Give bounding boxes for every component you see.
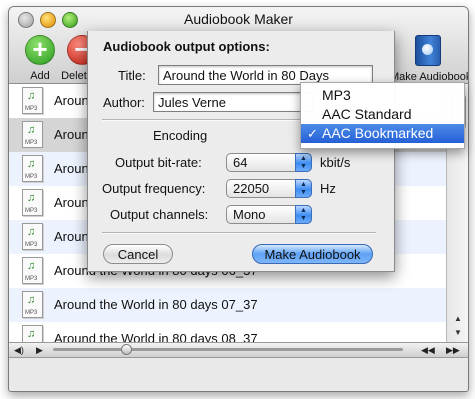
output-options-sheet: Audiobook output options: Title: Around … (87, 31, 395, 272)
list-item[interactable]: ♫ MP3 Around the World in 80 days 07_37 (9, 288, 446, 322)
bitrate-popup[interactable]: 64 ▲ ▼ (226, 153, 312, 172)
mp3-file-icon: ♫MP3 (22, 257, 43, 284)
track-name: Around the World in 80 days 08_37 (54, 331, 258, 342)
encoding-dropdown-menu[interactable]: MP3 AAC Standard ✓ AAC Bookmarked (300, 82, 465, 149)
next-track-icon[interactable]: ▶▶ (446, 343, 460, 357)
mp3-file-icon: ♫MP3 (22, 291, 43, 318)
author-label: Author: (103, 95, 145, 110)
popup-arrows-icon: ▲ ▼ (295, 205, 312, 224)
mp3-file-icon: ♫MP3 (22, 189, 43, 216)
bitrate-unit: kbit/s (320, 155, 351, 170)
menu-item-aac-standard[interactable]: AAC Standard (301, 105, 464, 124)
playback-slider-track[interactable] (53, 344, 403, 355)
menu-item-mp3[interactable]: MP3 (301, 86, 464, 105)
make-audiobook-button[interactable]: Make Audiobook (252, 244, 373, 264)
list-item[interactable]: ♫MP3 Around the World in 80 days 08_37 (9, 322, 446, 342)
encoding-label: Encoding (153, 128, 208, 143)
audiobook-icon (415, 35, 441, 66)
frequency-popup[interactable]: 22050 ▲ ▼ (226, 179, 312, 198)
sheet-title: Audiobook output options: (103, 39, 270, 54)
window-title: Audiobook Maker (184, 11, 293, 27)
make-audiobook-toolbar-button[interactable]: Make Audiobook (390, 35, 468, 83)
play-icon[interactable]: ▶ (36, 343, 43, 357)
player-bar: ◀) ▶ ◀◀ ▶▶ (9, 342, 468, 358)
title-label: Title: (118, 68, 146, 83)
author-field[interactable]: Jules Verne (153, 92, 313, 112)
mp3-file-icon: ♫MP3 (22, 87, 43, 114)
previous-track-icon[interactable]: ◀◀ (421, 343, 435, 357)
menu-item-aac-bookmarked[interactable]: ✓ AAC Bookmarked (301, 124, 464, 143)
volume-icon[interactable]: ◀) (14, 343, 24, 357)
frequency-label: Output frequency: (102, 181, 206, 196)
mp3-file-icon: ♫MP3 (22, 155, 43, 182)
mp3-file-icon: ♫MP3 (22, 121, 43, 148)
track-name: Around the World in 80 days 07_37 (54, 297, 258, 312)
mp3-file-icon: ♫MP3 (22, 325, 43, 342)
divider (102, 232, 376, 234)
playback-slider-knob[interactable] (121, 344, 132, 355)
channels-popup[interactable]: Mono ▲ ▼ (226, 205, 312, 224)
bitrate-label: Output bit-rate: (115, 155, 202, 170)
popup-arrows-icon: ▲ ▼ (295, 179, 312, 198)
scroll-arrows[interactable]: ▲ ▼ (447, 312, 468, 342)
mp3-file-icon: ♫MP3 (22, 223, 43, 250)
channels-label: Output channels: (110, 207, 209, 222)
channels-value: Mono (233, 207, 266, 222)
bitrate-value: 64 (233, 155, 248, 170)
checkmark-icon: ✓ (307, 126, 318, 141)
popup-arrows-icon: ▲ ▼ (295, 153, 312, 172)
plus-icon: + (25, 35, 55, 65)
frequency-value: 22050 (233, 181, 270, 196)
frequency-unit: Hz (320, 181, 336, 196)
cancel-button[interactable]: Cancel (103, 244, 173, 264)
